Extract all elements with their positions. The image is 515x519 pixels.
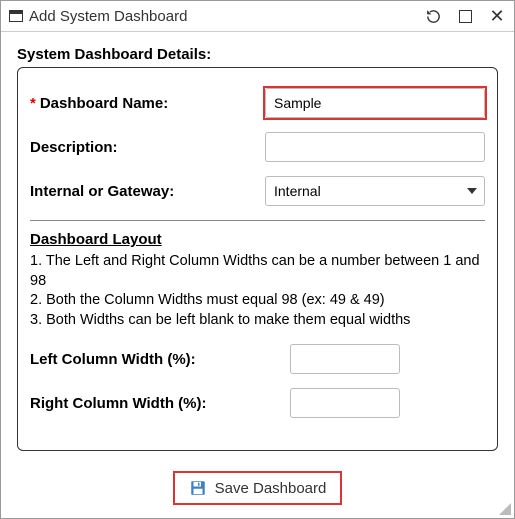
action-bar: Save Dashboard: [17, 471, 498, 505]
save-button-label: Save Dashboard: [215, 480, 327, 497]
dashboard-name-label: * Dashboard Name:: [30, 95, 265, 112]
description-label: Description:: [30, 139, 265, 156]
dashboard-name-field-wrap: [265, 88, 485, 118]
maximize-button[interactable]: [456, 7, 474, 25]
required-marker: *: [30, 95, 36, 112]
internal-gateway-row: Internal or Gateway: Internal: [30, 176, 485, 206]
description-field-wrap: [265, 132, 485, 162]
save-icon: [189, 479, 207, 497]
close-button[interactable]: ✕: [488, 7, 506, 25]
save-dashboard-button[interactable]: Save Dashboard: [173, 471, 343, 505]
titlebar: Add System Dashboard ✕: [1, 1, 514, 32]
window-controls: ✕: [424, 7, 506, 25]
section-title: System Dashboard Details:: [17, 46, 498, 63]
details-panel: * Dashboard Name: Description: Internal …: [17, 67, 498, 451]
layout-note-2: 2. Both the Column Widths must equal 98 …: [30, 291, 485, 311]
left-col-label: Left Column Width (%):: [30, 351, 290, 368]
internal-gateway-select[interactable]: Internal: [265, 176, 485, 206]
internal-gateway-field-wrap: Internal: [265, 176, 485, 206]
right-col-input[interactable]: [290, 388, 400, 418]
left-col-row: Left Column Width (%):: [30, 344, 485, 374]
description-input[interactable]: [265, 132, 485, 162]
maximize-icon: [459, 10, 472, 23]
right-col-label: Right Column Width (%):: [30, 395, 290, 412]
right-col-row: Right Column Width (%):: [30, 388, 485, 418]
close-icon: ✕: [489, 7, 504, 25]
dashboard-name-input[interactable]: [265, 88, 485, 118]
content-area: System Dashboard Details: * Dashboard Na…: [1, 32, 514, 513]
internal-gateway-label: Internal or Gateway:: [30, 183, 265, 200]
layout-notes: 1. The Left and Right Column Widths can …: [30, 252, 485, 330]
resize-grip[interactable]: [497, 501, 511, 515]
divider: [30, 220, 485, 221]
layout-heading: Dashboard Layout: [30, 231, 485, 248]
window-title: Add System Dashboard: [29, 8, 424, 25]
layout-note-1: 1. The Left and Right Column Widths can …: [30, 252, 485, 291]
left-col-field-wrap: [290, 344, 485, 374]
layout-note-3: 3. Both Widths can be left blank to make…: [30, 311, 485, 331]
refresh-button[interactable]: [424, 7, 442, 25]
refresh-icon: [425, 8, 442, 25]
left-col-input[interactable]: [290, 344, 400, 374]
description-row: Description:: [30, 132, 485, 162]
window-icon: [9, 10, 23, 22]
right-col-field-wrap: [290, 388, 485, 418]
dashboard-name-row: * Dashboard Name:: [30, 88, 485, 118]
